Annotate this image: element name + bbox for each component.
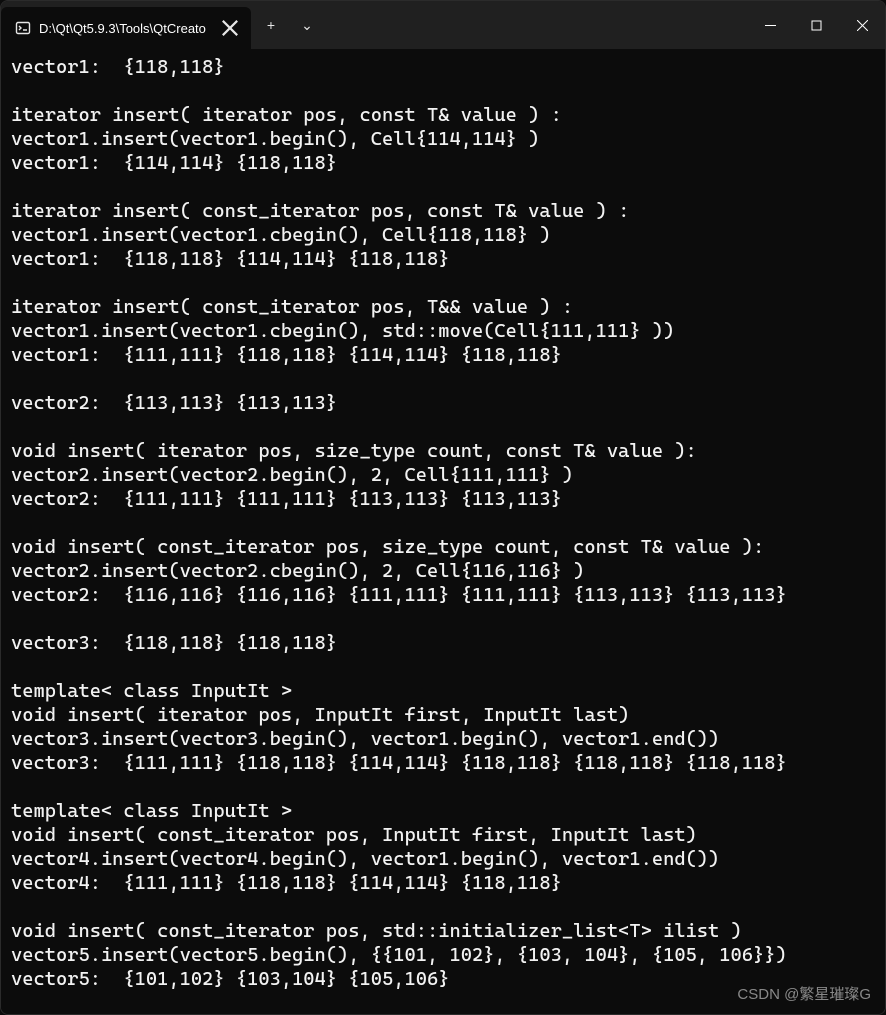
output-line: vector1.insert(vector1.begin(), Cell{114…: [11, 127, 875, 151]
chevron-down-icon: ⌄: [301, 17, 313, 34]
output-line: vector2: {116,116} {116,116} {111,111} {…: [11, 583, 875, 607]
output-line: vector1: {118,118}: [11, 55, 875, 79]
output-line: void insert( const_iterator pos, std::in…: [11, 919, 875, 943]
output-line: vector3: {111,111} {118,118} {114,114} {…: [11, 751, 875, 775]
output-line: template< class InputIt >: [11, 799, 875, 823]
blank-line: [11, 895, 875, 919]
output-line: vector4: {111,111} {118,118} {114,114} {…: [11, 871, 875, 895]
blank-line: [11, 271, 875, 295]
titlebar-left: D:\Qt\Qt5.9.3\Tools\QtCreato + ⌄: [1, 1, 323, 49]
output-line: void insert( iterator pos, size_type cou…: [11, 439, 875, 463]
output-line: vector1: {111,111} {118,118} {114,114} {…: [11, 343, 875, 367]
terminal-window: D:\Qt\Qt5.9.3\Tools\QtCreato + ⌄: [0, 0, 886, 1015]
minimize-button[interactable]: [747, 1, 793, 49]
blank-line: [11, 367, 875, 391]
tab-active[interactable]: D:\Qt\Qt5.9.3\Tools\QtCreato: [1, 7, 251, 49]
output-line: iterator insert( iterator pos, const T& …: [11, 103, 875, 127]
output-line: void insert( const_iterator pos, size_ty…: [11, 535, 875, 559]
output-line: vector1.insert(vector1.cbegin(), std::mo…: [11, 319, 875, 343]
output-line: vector1: {118,118} {114,114} {118,118}: [11, 247, 875, 271]
terminal-icon: [15, 20, 31, 36]
blank-line: [11, 79, 875, 103]
terminal-output[interactable]: vector1: {118,118} iterator insert( itera…: [1, 49, 885, 1014]
tab-dropdown-button[interactable]: ⌄: [291, 1, 323, 49]
output-line: vector2.insert(vector2.begin(), 2, Cell{…: [11, 463, 875, 487]
blank-line: [11, 655, 875, 679]
plus-icon: +: [267, 17, 275, 33]
output-line: vector5.insert(vector5.begin(), {{101, 1…: [11, 943, 875, 967]
output-line: void insert( iterator pos, InputIt first…: [11, 703, 875, 727]
new-tab-button[interactable]: +: [251, 1, 291, 49]
blank-line: [11, 607, 875, 631]
output-line: vector3: {118,118} {118,118}: [11, 631, 875, 655]
output-line: void insert( const_iterator pos, InputIt…: [11, 823, 875, 847]
tab-close-button[interactable]: [221, 19, 239, 37]
output-line: vector1.insert(vector1.cbegin(), Cell{11…: [11, 223, 875, 247]
output-line: vector4.insert(vector4.begin(), vector1.…: [11, 847, 875, 871]
blank-line: [11, 511, 875, 535]
output-line: iterator insert( const_iterator pos, T&&…: [11, 295, 875, 319]
output-line: vector2: {113,113} {113,113}: [11, 391, 875, 415]
output-line: vector5: {101,102} {103,104} {105,106}: [11, 967, 875, 991]
titlebar: D:\Qt\Qt5.9.3\Tools\QtCreato + ⌄: [1, 1, 885, 49]
output-line: vector1: {114,114} {118,118}: [11, 151, 875, 175]
window-controls: [747, 1, 885, 49]
blank-line: [11, 775, 875, 799]
output-line: vector2.insert(vector2.cbegin(), 2, Cell…: [11, 559, 875, 583]
close-button[interactable]: [839, 1, 885, 49]
maximize-button[interactable]: [793, 1, 839, 49]
blank-line: [11, 415, 875, 439]
output-line: iterator insert( const_iterator pos, con…: [11, 199, 875, 223]
output-line: vector2: {111,111} {111,111} {113,113} {…: [11, 487, 875, 511]
tab-title: D:\Qt\Qt5.9.3\Tools\QtCreato: [39, 21, 213, 36]
output-line: template< class InputIt >: [11, 679, 875, 703]
output-line: vector3.insert(vector3.begin(), vector1.…: [11, 727, 875, 751]
blank-line: [11, 175, 875, 199]
